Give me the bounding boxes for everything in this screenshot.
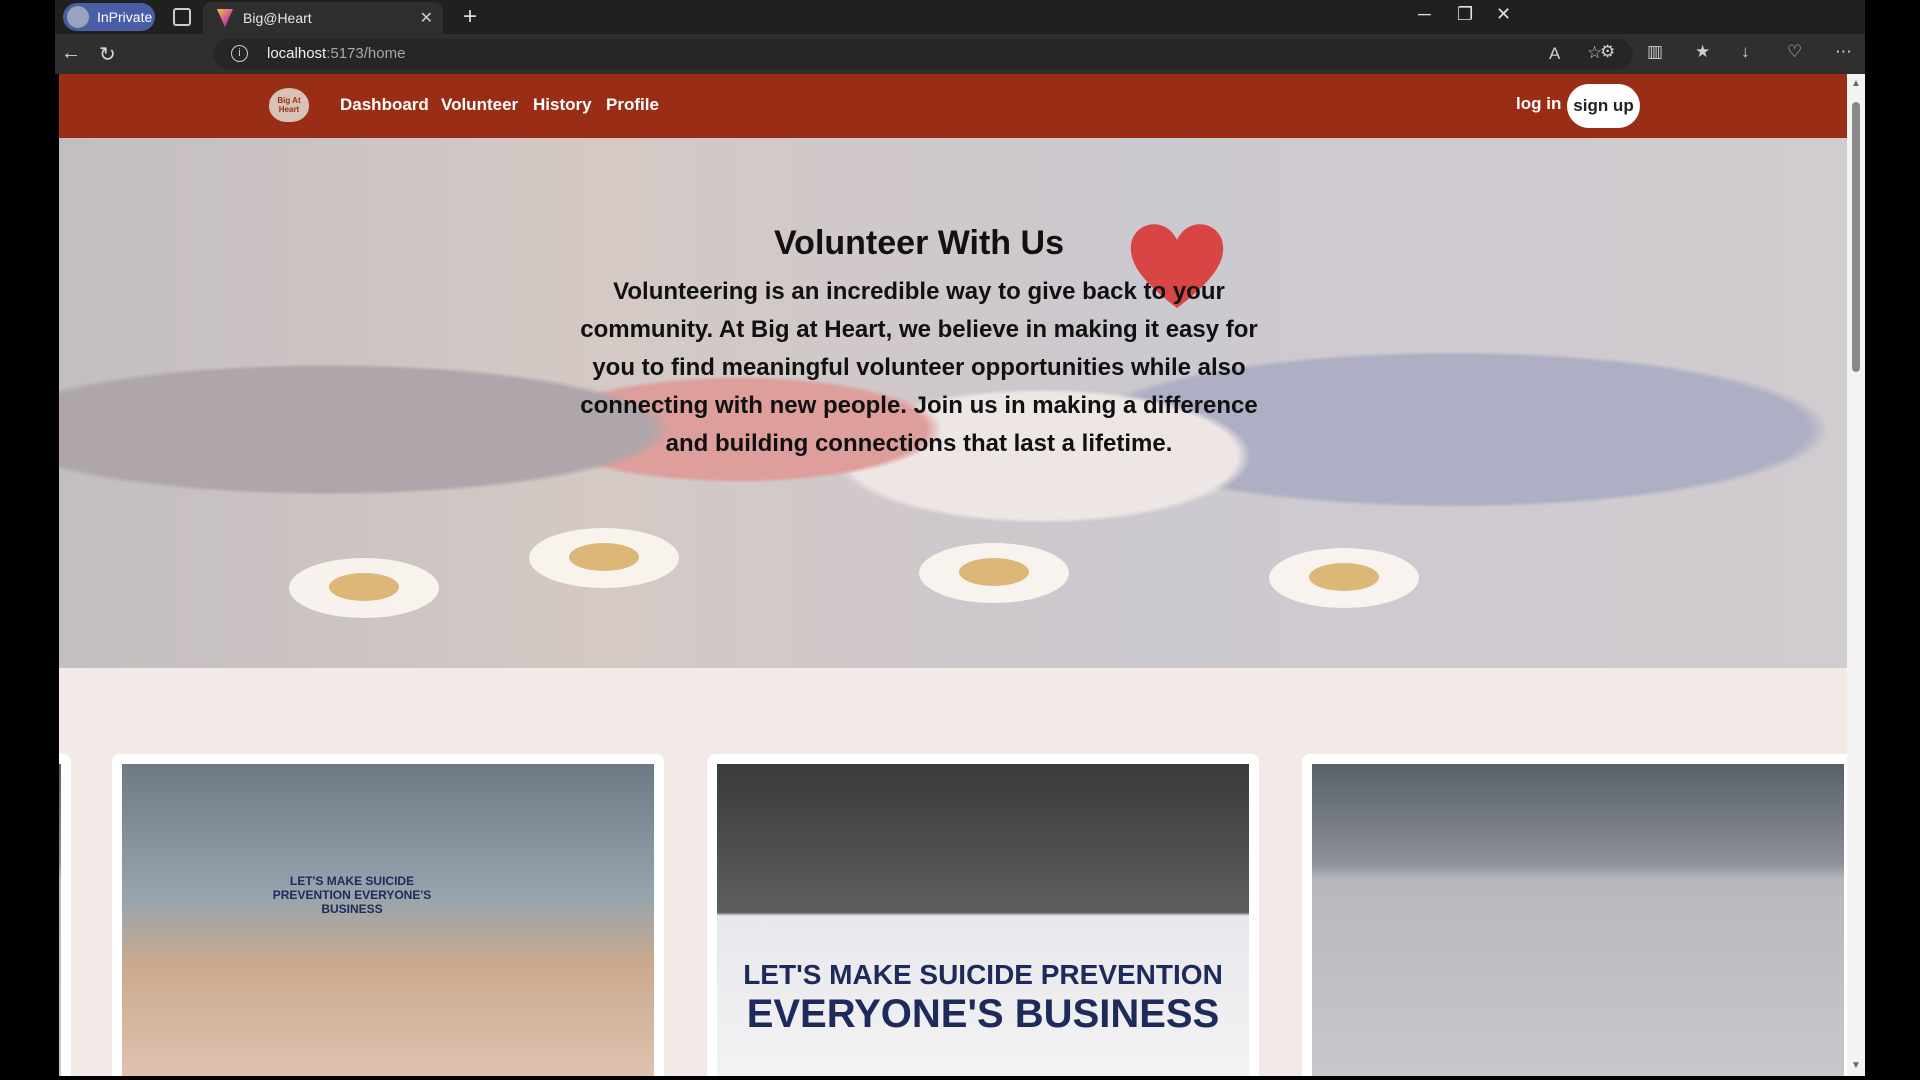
photo-banner-line1: LET'S MAKE SUICIDE PREVENTION bbox=[743, 959, 1223, 990]
tab-actions-icon[interactable] bbox=[173, 8, 191, 26]
tab-title: Big@Heart bbox=[243, 10, 312, 26]
inprivate-badge[interactable]: InPrivate bbox=[63, 3, 155, 31]
back-icon[interactable]: ← bbox=[61, 42, 81, 65]
hero-body: Volunteering is an incredible way to giv… bbox=[580, 278, 1258, 457]
nav-history[interactable]: History bbox=[533, 95, 592, 115]
site-info-icon[interactable]: i bbox=[231, 45, 248, 62]
scroll-down-icon[interactable]: ▼ bbox=[1851, 1060, 1861, 1071]
carousel-card[interactable]: LET'S MAKE SUICIDE PREVENTION EVERYONE'S… bbox=[112, 754, 664, 1076]
hero-photo-plate bbox=[919, 543, 1069, 603]
page-viewport: Big At Heart Dashboard Volunteer History… bbox=[59, 74, 1847, 1076]
minimize-icon[interactable]: ─ bbox=[1418, 4, 1431, 25]
hero-title: Volunteer With Us bbox=[774, 224, 1064, 262]
extensions-icon[interactable]: ⚙ bbox=[1600, 42, 1615, 62]
browser-toolbar: ← ↻ i localhost:5173/home A ☆ ⚙ ▥ ★ ↓ ♡ … bbox=[55, 34, 1865, 74]
tab-close-icon[interactable]: ✕ bbox=[420, 8, 433, 28]
nav-dashboard[interactable]: Dashboard bbox=[340, 95, 429, 115]
hero-photo-plate bbox=[289, 558, 439, 618]
more-menu-icon[interactable]: ⋯ bbox=[1835, 42, 1852, 62]
carousel-card[interactable] bbox=[59, 754, 71, 1076]
page-scrollbar[interactable]: ▲ ▼ bbox=[1847, 74, 1865, 1076]
refresh-icon[interactable]: ↻ bbox=[99, 42, 116, 67]
downloads-icon[interactable]: ↓ bbox=[1741, 42, 1750, 62]
profile-avatar-icon bbox=[67, 6, 89, 28]
scroll-up-icon[interactable]: ▲ bbox=[1851, 78, 1861, 89]
hero-photo-plate bbox=[529, 528, 679, 588]
volunteer-group-photo: LET'S MAKE SUICIDE PREVENTION EVERYONE'S… bbox=[122, 764, 654, 1076]
address-bar[interactable]: i localhost:5173/home A ☆ bbox=[213, 39, 1633, 69]
hero-section: Volunteer With Us Volunteering is an inc… bbox=[59, 138, 1847, 668]
scrollbar-thumb[interactable] bbox=[1852, 102, 1860, 372]
read-aloud-icon[interactable]: A bbox=[1549, 44, 1560, 64]
restore-icon[interactable]: ❐ bbox=[1457, 4, 1473, 25]
close-window-icon[interactable]: ✕ bbox=[1496, 4, 1511, 25]
inprivate-label: InPrivate bbox=[97, 9, 153, 25]
volunteers-sorting-photo bbox=[1312, 764, 1844, 1076]
favorites-icon[interactable]: ★ bbox=[1695, 42, 1710, 62]
prevention-banner-photo: LET'S MAKE SUICIDE PREVENTION EVERYONE'S… bbox=[717, 764, 1249, 1076]
browser-tab[interactable]: Big@Heart ✕ bbox=[203, 2, 443, 34]
split-screen-icon[interactable]: ▥ bbox=[1647, 42, 1663, 62]
photo-banner-line2: EVERYONE'S BUSINESS bbox=[746, 992, 1220, 1036]
carousel-card[interactable]: LET'S MAKE SUICIDE PREVENTION EVERYONE'S… bbox=[707, 754, 1259, 1076]
logo-text: Big At Heart bbox=[277, 96, 301, 114]
browser-essentials-icon[interactable]: ♡ bbox=[1787, 42, 1802, 62]
login-link[interactable]: log in bbox=[1516, 94, 1561, 114]
url-text: localhost:5173/home bbox=[267, 45, 406, 62]
signup-button[interactable]: sign up bbox=[1567, 84, 1640, 128]
carousel-card[interactable] bbox=[1302, 754, 1847, 1076]
hero-photo-plate bbox=[1269, 548, 1419, 608]
site-navbar: Big At Heart Dashboard Volunteer History… bbox=[59, 74, 1847, 138]
hero-text: Volunteer With Us Volunteering is an inc… bbox=[579, 224, 1259, 463]
site-logo[interactable]: Big At Heart bbox=[269, 88, 309, 122]
new-tab-icon[interactable]: + bbox=[463, 3, 477, 31]
photo-banner-text: LET'S MAKE SUICIDE PREVENTION EVERYONE'S… bbox=[272, 874, 432, 916]
browser-titlebar: InPrivate Big@Heart ✕ + ─ ❐ ✕ bbox=[55, 0, 1865, 34]
nav-profile[interactable]: Profile bbox=[606, 95, 659, 115]
favicon-icon bbox=[217, 9, 233, 27]
photo-carousel: LET'S MAKE SUICIDE PREVENTION EVERYONE'S… bbox=[59, 754, 1847, 1076]
nav-volunteer[interactable]: Volunteer bbox=[441, 95, 518, 115]
